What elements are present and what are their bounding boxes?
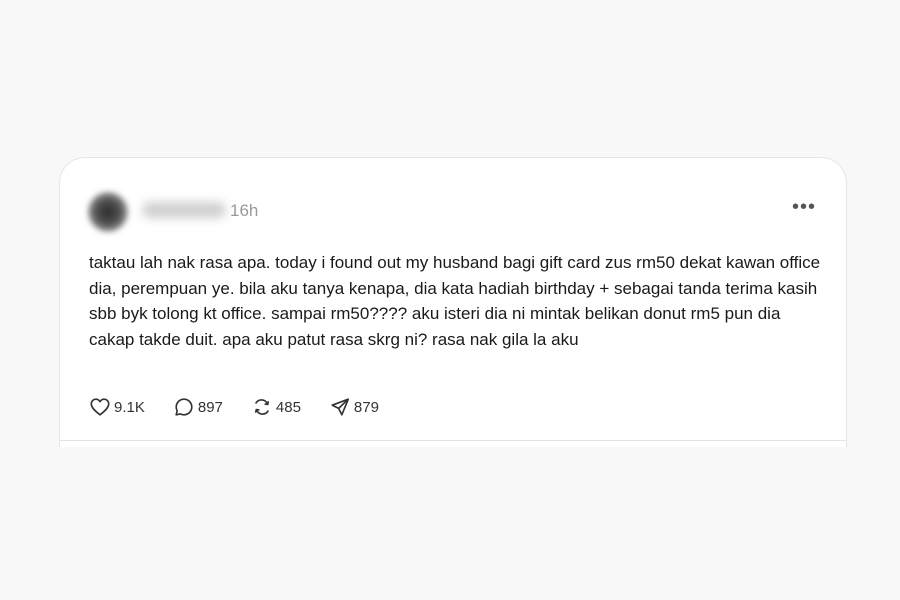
avatar[interactable] xyxy=(88,192,128,232)
send-icon xyxy=(331,398,349,416)
reply-count: 897 xyxy=(197,398,223,416)
repost-icon xyxy=(254,399,269,415)
share-button[interactable]: 879 xyxy=(329,396,379,418)
post-timestamp: 16h xyxy=(230,201,259,220)
repost-button[interactable]: 485 xyxy=(251,396,301,418)
like-count: 9.1K xyxy=(114,398,145,416)
divider xyxy=(60,440,846,441)
username-blurred[interactable] xyxy=(142,202,226,218)
repost-count: 485 xyxy=(275,398,301,416)
heart-icon xyxy=(90,398,110,416)
comment-icon xyxy=(175,398,193,416)
reply-button[interactable]: 897 xyxy=(173,396,223,418)
post-card: 16h ••• taktau lah nak rasa apa. today i… xyxy=(59,157,847,447)
more-icon[interactable]: ••• xyxy=(792,196,816,219)
share-count: 879 xyxy=(353,398,379,416)
post-text: taktau lah nak rasa apa. today i found o… xyxy=(89,253,821,349)
post-actions: 9.1K 897 485 879 xyxy=(89,396,407,418)
like-button[interactable]: 9.1K xyxy=(89,396,145,418)
